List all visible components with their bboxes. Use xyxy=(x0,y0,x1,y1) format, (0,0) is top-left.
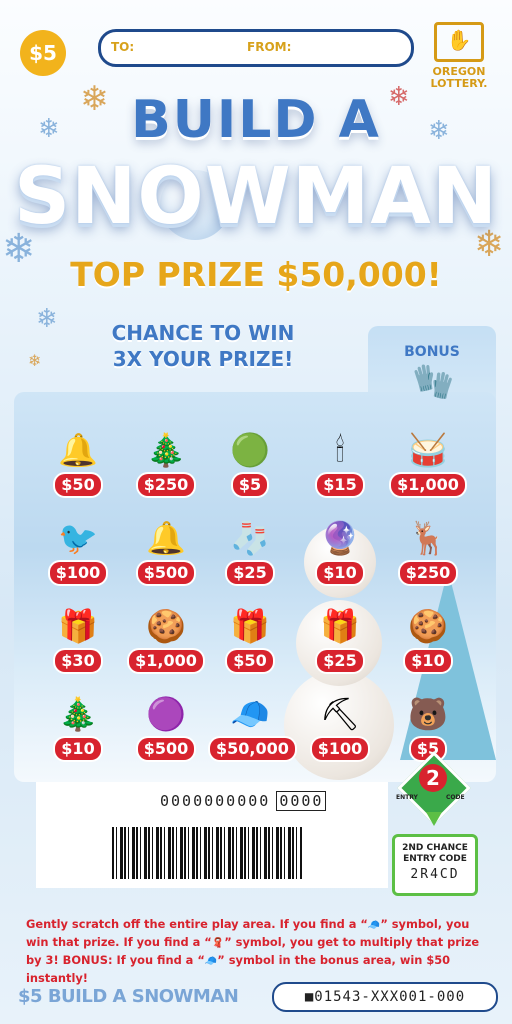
reindeer-icon: 🦌 xyxy=(408,519,448,557)
chance-text: CHANCE TO WIN 3X YOUR PRIZE! xyxy=(111,321,295,371)
tree-cookie-icon: 🎄 xyxy=(58,695,98,733)
play-symbol: 🐦 $100 xyxy=(38,518,118,584)
prize-amount: $50 xyxy=(55,474,101,496)
ticket-number: ■01543-XXX001-000 xyxy=(272,982,498,1012)
barcode xyxy=(112,827,302,879)
footer-title: $5 BUILD A SNOWMAN xyxy=(18,986,239,1007)
lottery-ticket: ❄ ❄ ❄ ❄ ❄ ❄ ❄ ❄ $5 TO: FROM: ✋ OREGON LO… xyxy=(0,0,512,1024)
drum-icon: 🥁 xyxy=(408,431,448,469)
entry-label: ENTRY xyxy=(396,794,418,801)
snowflake-icon: ❄ xyxy=(28,351,42,370)
play-symbol: 🟢 $5 xyxy=(210,430,290,496)
play-symbol: 🕯 $15 xyxy=(300,430,380,496)
win-hat-icon: 🧢 xyxy=(367,920,381,931)
prize-amount: $500 xyxy=(137,738,195,760)
play-symbol: 🔔 $500 xyxy=(126,518,206,584)
play-symbol: 🐻 $5 xyxy=(388,694,468,760)
play-symbol: 🍪 $1,000 xyxy=(126,606,206,672)
play-symbol: ⛏ $100 xyxy=(300,694,380,760)
christmas-tree-icon: 🎄 xyxy=(146,431,186,469)
candle-icon: 🕯 xyxy=(335,431,345,469)
to-label: TO: xyxy=(111,40,135,54)
oregon-lottery-logo: ✋ OREGON LOTTERY. xyxy=(424,22,494,90)
red-gift-icon: 🎁 xyxy=(230,607,270,645)
prize-amount: $10 xyxy=(317,562,363,584)
prize-amount: $1,000 xyxy=(391,474,465,496)
hat-icon: 🧢 xyxy=(204,956,218,967)
bonus-label: BONUS xyxy=(404,344,460,360)
prize-amount: $5 xyxy=(232,474,268,496)
from-label: FROM: xyxy=(247,40,292,54)
entry-code: 2R4CD xyxy=(410,867,460,882)
play-symbol: 🔮 $10 xyxy=(300,518,380,584)
mitten-icon[interactable]: 🧤 xyxy=(412,362,454,402)
top-prize: TOP PRIZE $50,000! xyxy=(70,255,442,294)
play-symbol: 🦌 $250 xyxy=(388,518,468,584)
serial-box: 0000 xyxy=(276,791,327,811)
serial-number: 0000000000 0000 xyxy=(160,791,327,811)
instr-text: If you find a “ xyxy=(116,953,205,967)
cardinal-icon: 🐦 xyxy=(58,519,98,557)
prize-amount: $250 xyxy=(399,562,457,584)
prize-amount: $25 xyxy=(317,650,363,672)
play-symbol: 🎄 $250 xyxy=(126,430,206,496)
prize-amount: $10 xyxy=(405,650,451,672)
win-hat-icon: 🧢 xyxy=(230,695,270,733)
hand-bell-icon: 🔔 xyxy=(146,519,186,557)
play-symbol: 🎄 $10 xyxy=(38,694,118,760)
title-line-1: BUILD A xyxy=(131,90,381,150)
prize-amount: $30 xyxy=(55,650,101,672)
prize-amount: $25 xyxy=(227,562,273,584)
polar-bear-icon: 🐻 xyxy=(408,695,448,733)
prize-amount: $10 xyxy=(55,738,101,760)
play-symbol: 🎁 $50 xyxy=(210,606,290,672)
cookie-icon: 🍪 xyxy=(146,607,186,645)
logo-text: OREGON LOTTERY. xyxy=(430,65,488,90)
to-from-field: TO: FROM: xyxy=(98,29,414,67)
second-chance-number: 2 xyxy=(419,764,447,792)
entry-code-box: 2ND CHANCE ENTRY CODE 2R4CD xyxy=(392,834,478,896)
play-symbol: 🔔 $50 xyxy=(38,430,118,496)
shovel-icon: ⛏ xyxy=(319,695,361,733)
prize-amount: $1,000 xyxy=(129,650,203,672)
stocking-icon: 🧦 xyxy=(230,519,270,557)
green-gift-icon: 🎁 xyxy=(320,607,360,645)
price-badge: $5 xyxy=(20,30,66,76)
prize-amount: $250 xyxy=(137,474,195,496)
arrow-down-icon xyxy=(426,812,442,826)
prize-amount: $500 xyxy=(137,562,195,584)
play-symbol: 🧢 $50,000 xyxy=(210,694,295,760)
code-label: CODE xyxy=(446,794,465,801)
play-symbol: 🥁 $1,000 xyxy=(388,430,468,496)
play-symbol: 🧦 $25 xyxy=(210,518,290,584)
play-symbol: 🎁 $25 xyxy=(300,606,380,672)
play-symbol: 🎁 $30 xyxy=(38,606,118,672)
entry-code-label: 2ND CHANCE ENTRY CODE xyxy=(402,843,468,864)
bonus-instr-label: BONUS: xyxy=(62,953,113,967)
gift-icon: 🎁 xyxy=(58,607,98,645)
play-symbol: 🍪 $10 xyxy=(388,606,468,672)
prize-amount: $50 xyxy=(227,650,273,672)
prize-amount: $15 xyxy=(317,474,363,496)
oregon-state-icon: ✋ xyxy=(434,22,484,62)
snowflake-icon: ❄ xyxy=(36,304,58,334)
scarf-icon: 🧣 xyxy=(211,938,225,949)
prize-amount: $100 xyxy=(49,562,107,584)
instructions: Gently scratch off the entire play area.… xyxy=(26,916,488,986)
prize-amount: $100 xyxy=(311,738,369,760)
bells-icon: 🔔 xyxy=(58,431,98,469)
wreath-icon: 🟢 xyxy=(230,431,270,469)
snow-globe-icon: 🔮 xyxy=(320,519,360,557)
ornament-icon: 🟣 xyxy=(146,695,186,733)
play-symbol: 🟣 $500 xyxy=(126,694,206,760)
gingerbread-man-icon: 🍪 xyxy=(408,607,448,645)
instr-text: Gently scratch off the entire play area.… xyxy=(26,917,368,931)
title-line-2: SNOWMAN xyxy=(13,152,499,242)
serial-digits: 0000000000 xyxy=(160,792,271,810)
prize-amount: $50,000 xyxy=(210,738,295,760)
